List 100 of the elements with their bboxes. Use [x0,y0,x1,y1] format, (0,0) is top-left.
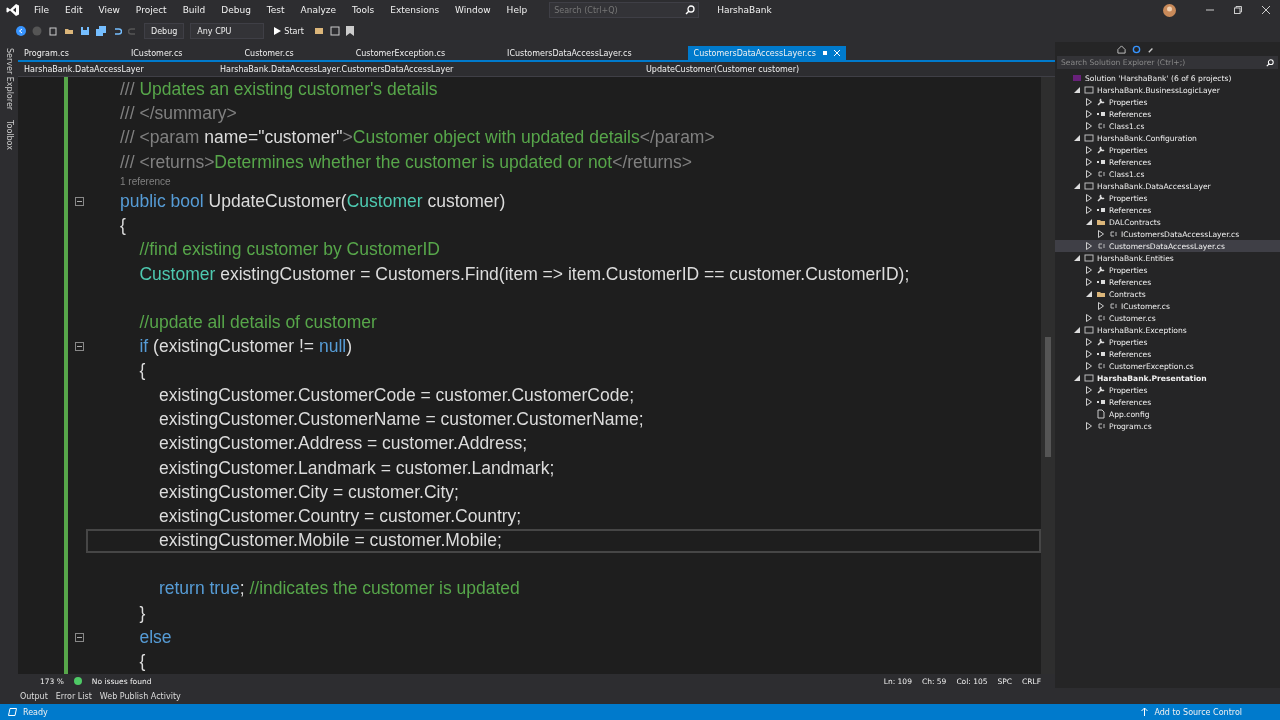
open-folder-icon[interactable] [64,26,74,36]
new-project-icon[interactable] [48,26,58,36]
minus-icon [77,200,82,202]
expanded-arrow-icon[interactable] [1073,254,1081,262]
collapsed-arrow-icon[interactable] [1085,146,1093,154]
csharp-file-icon [1096,169,1106,179]
bookmark-icon[interactable] [345,26,354,36]
status-text: Ready [23,707,48,717]
scrollbar-thumb[interactable] [1045,337,1051,457]
toolbar-icon[interactable] [313,26,324,36]
menu-item[interactable]: Analyze [292,5,345,15]
code-line: existingCustomer.Country = customer.Country; [157,505,523,529]
expanded-arrow-icon[interactable] [1073,374,1081,382]
up-arrow-icon [1141,708,1149,716]
collapsed-arrow-icon[interactable] [1085,158,1093,166]
collapsed-arrow-icon[interactable] [1085,386,1093,394]
collapsed-arrow-icon[interactable] [1085,194,1093,202]
platform-dropdown[interactable]: Any CPU [190,23,265,39]
code-line: { [119,214,127,238]
file-tab[interactable]: CustomerException.cs [349,46,452,60]
panel-tab[interactable]: Web Publish Activity [99,691,181,701]
collapsed-arrow-icon[interactable] [1085,398,1093,406]
menu-item[interactable]: Build [174,5,214,15]
expanded-arrow-icon[interactable] [1073,182,1081,190]
search-icon[interactable] [685,5,696,15]
code-line: /// </summary> [119,101,238,125]
file-tab[interactable]: Program.cs [18,46,75,60]
collapsed-arrow-icon[interactable] [1085,98,1093,106]
code-line: existingCustomer.CustomerCode = customer.CustomerCode; [157,383,636,407]
home-icon[interactable] [1117,44,1126,54]
search-icon [1266,58,1274,67]
menu-item[interactable]: Test [258,5,293,15]
menu-item[interactable]: File [26,5,58,15]
restore-icon[interactable] [1234,6,1242,14]
code-line: /// <returns>Determines whether the customer is updated or not</returns> [119,150,693,174]
project-icon [1084,253,1094,263]
back-icon[interactable] [16,26,26,36]
references-icon [1096,397,1106,407]
side-tab[interactable]: Server Explorer [4,48,14,111]
collapse-toggle[interactable] [75,633,84,643]
minus-icon [77,637,82,639]
collapsed-arrow-icon[interactable] [1085,338,1093,346]
minus-icon [77,346,82,348]
start-button[interactable]: Start [270,26,308,36]
collapse-toggle[interactable] [75,342,84,352]
panel-tab[interactable]: Error List [55,691,92,701]
collapse-toggle[interactable] [75,196,84,206]
collapsed-arrow-icon[interactable] [1085,266,1093,274]
code-line: /// <param name="customer">Customer object with updated details</param> [119,126,716,150]
file-tab[interactable]: ICustomersDataAccessLayer.cs [501,46,638,60]
menu-item[interactable]: View [90,5,128,15]
expanded-arrow-icon[interactable] [1073,86,1081,94]
avatar-icon[interactable] [1163,3,1176,17]
menu-item[interactable]: Help [498,5,536,15]
solution-icon [1072,73,1082,83]
collapsed-arrow-icon[interactable] [1085,314,1093,322]
menu-item[interactable]: Tools [344,5,383,15]
expanded-arrow-icon[interactable] [1085,218,1093,226]
undo-icon[interactable] [112,26,122,36]
toolbar-icon[interactable] [329,26,340,36]
menu-item[interactable]: Window [447,5,499,15]
member-dropdown[interactable]: UpdateCustomer(Customer customer) [640,64,846,74]
collapsed-arrow-icon[interactable] [1085,122,1093,130]
save-icon[interactable] [80,26,90,36]
file-tab[interactable]: ICustomer.cs [124,46,189,60]
collapsed-arrow-icon[interactable] [1085,350,1093,358]
expanded-arrow-icon[interactable] [1085,290,1093,298]
csharp-file-icon [1108,301,1118,311]
close-icon[interactable] [1262,6,1270,14]
collapsed-arrow-icon[interactable] [1085,278,1093,286]
minimize-icon[interactable] [1206,6,1214,14]
pin-icon[interactable] [821,50,828,56]
sync-icon[interactable] [1132,44,1141,54]
collapsed-arrow-icon[interactable] [1097,230,1105,238]
menu-item[interactable]: Edit [57,5,91,15]
reference-count-link[interactable]: 1 reference [86,174,1041,190]
file-tab[interactable]: CustomersDataAccessLayer.cs [687,46,846,60]
status-icon [8,708,17,716]
configuration-dropdown[interactable]: Debug [144,23,185,39]
references-icon [1096,349,1106,359]
file-tab[interactable]: Customer.cs [238,46,300,60]
project-dropdown[interactable]: HarshaBank.DataAccessLayer [18,64,214,74]
side-tab[interactable]: Toolbox [4,120,14,151]
expanded-arrow-icon[interactable] [1073,134,1081,142]
collapsed-arrow-icon[interactable] [1085,242,1093,250]
collapsed-arrow-icon[interactable] [1085,422,1093,430]
save-all-icon[interactable] [96,26,106,36]
panel-tab[interactable]: Output [20,691,48,701]
collapsed-arrow-icon[interactable] [1097,302,1105,310]
code-line: existingCustomer.Address = customer.Address; [157,432,529,456]
collapsed-arrow-icon[interactable] [1085,362,1093,370]
add-to-source-control-button[interactable]: Add to Source Control [1154,707,1242,717]
menu-item[interactable]: Debug [213,5,259,15]
expanded-arrow-icon[interactable] [1073,326,1081,334]
collapsed-arrow-icon[interactable] [1085,170,1093,178]
menu-item[interactable]: Project [127,5,175,15]
type-dropdown[interactable]: HarshaBank.DataAccessLayer.CustomersDataAccessLayer [214,64,640,74]
collapsed-arrow-icon[interactable] [1085,206,1093,214]
menu-item[interactable]: Extensions [382,5,448,15]
collapsed-arrow-icon[interactable] [1085,110,1093,118]
